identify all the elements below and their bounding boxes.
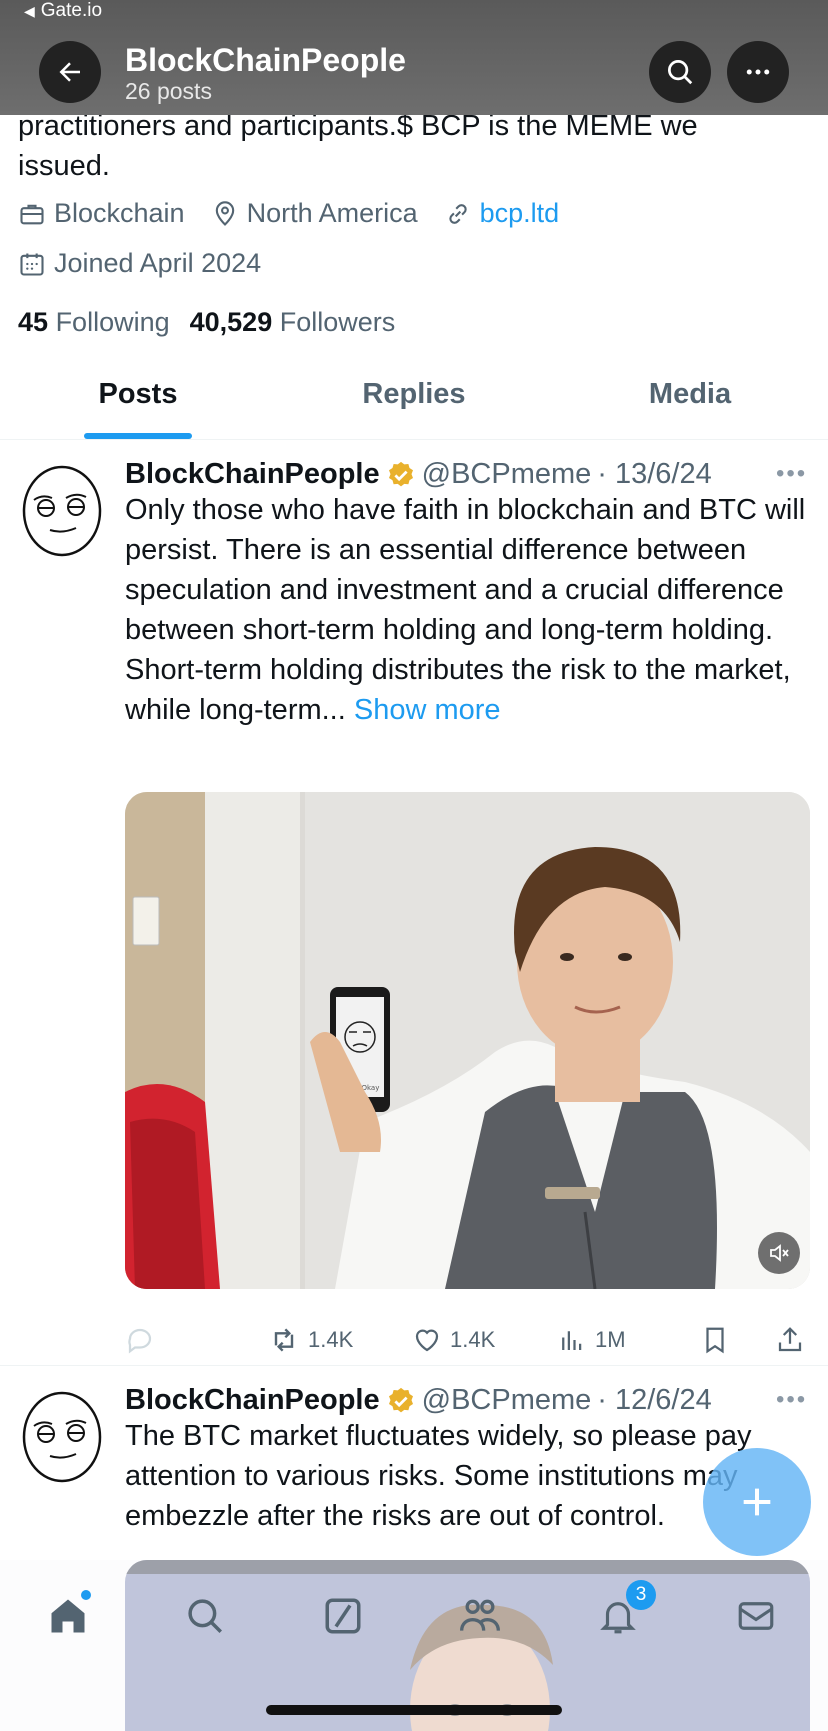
search-icon [188, 1599, 222, 1633]
link-icon [448, 203, 467, 224]
tab-posts-label: Posts [98, 378, 178, 410]
post-more-icon[interactable]: ••• [776, 460, 807, 488]
grok-slash-icon [325, 1598, 361, 1634]
profile-header: ◀ Gate.io BlockChainPeople 26 posts [0, 0, 828, 115]
compose-fab[interactable] [703, 1448, 811, 1556]
location-pin-icon [215, 200, 234, 226]
plus-icon [743, 1488, 771, 1516]
back-app-label: Gate.io [40, 0, 103, 21]
search-icon [668, 60, 693, 85]
post-more-icon[interactable]: ••• [776, 1386, 807, 1414]
envelope-icon [738, 1602, 774, 1630]
profile-meta: Blockchain North America bcp.ltd [18, 198, 585, 229]
reply-icon [128, 1328, 152, 1354]
speaker-muted-icon [770, 1244, 789, 1262]
post-date[interactable]: · 12/6/24 [597, 1384, 711, 1417]
heart-icon [415, 1329, 439, 1352]
avatar[interactable] [20, 1390, 104, 1484]
verified-badge-icon [388, 1387, 413, 1412]
joined-date: Joined April 2024 [18, 248, 261, 279]
post-body: The BTC market fluctuates widely, so ple… [125, 1420, 752, 1532]
share-button[interactable] [775, 1325, 805, 1355]
following-link[interactable]: 45 Following [18, 307, 170, 338]
back-button[interactable] [39, 41, 101, 103]
post-author-name[interactable]: BlockChainPeople [125, 458, 380, 491]
location-item: North America [211, 198, 418, 229]
joined-label: Joined April 2024 [54, 248, 262, 278]
tab-replies-label: Replies [362, 378, 466, 410]
post-author-handle[interactable]: @BCPmeme [422, 458, 592, 491]
category-item: Blockchain [18, 198, 185, 229]
nav-search[interactable] [177, 1588, 233, 1644]
bio-line-2: issued. [18, 150, 110, 182]
tab-media[interactable]: Media [552, 360, 828, 439]
more-options-button[interactable] [727, 41, 789, 103]
views-chart-icon [562, 1331, 582, 1350]
home-indicator [266, 1705, 562, 1715]
show-more-link[interactable]: Show more [354, 694, 501, 726]
reply-button[interactable] [125, 1325, 155, 1355]
post-author-handle[interactable]: @BCPmeme [422, 1384, 592, 1417]
like-count: 1.4K [450, 1327, 496, 1352]
arrow-left-icon [59, 62, 80, 82]
bookmark-button[interactable] [700, 1325, 730, 1355]
people-icon [460, 1599, 500, 1631]
verified-badge-icon [388, 461, 413, 486]
repost-count: 1.4K [308, 1327, 354, 1352]
post-video[interactable]: Not Okay [125, 792, 810, 1289]
website-item[interactable]: bcp.ltd [444, 198, 560, 229]
website-link[interactable]: bcp.ltd [480, 198, 560, 229]
followers-label: Followers [279, 307, 396, 337]
post-body: Only those who have faith in blockchain … [125, 494, 806, 726]
mute-button[interactable] [758, 1232, 800, 1274]
post-item[interactable]: BlockChainPeople @BCPmeme · 13/6/24 ••• … [0, 440, 828, 1365]
notifications-badge: 3 [626, 1580, 656, 1610]
following-count: 45 [18, 307, 49, 337]
back-triangle-icon: ◀ [24, 2, 35, 19]
calendar-icon [20, 253, 44, 276]
category-label: Blockchain [54, 198, 185, 228]
nav-communities[interactable] [452, 1588, 508, 1644]
repost-icon [274, 1328, 294, 1352]
following-label: Following [55, 307, 170, 337]
nav-grok[interactable] [315, 1588, 371, 1644]
tab-replies[interactable]: Replies [276, 360, 552, 439]
post-author-name[interactable]: BlockChainPeople [125, 1384, 380, 1417]
post-header: BlockChainPeople @BCPmeme · 12/6/24 [125, 1384, 712, 1417]
back-to-app[interactable]: ◀ Gate.io [24, 0, 102, 22]
location-label: North America [246, 198, 418, 228]
profile-bio: practitioners and participants.$ BCP is … [18, 106, 808, 186]
header-post-count: 26 posts [125, 78, 212, 104]
video-frame: Not Okay [125, 792, 810, 1289]
briefcase-icon [20, 204, 44, 224]
follow-stats: 45 Following 40,529 Followers [18, 307, 395, 338]
post-text: Only those who have faith in blockchain … [125, 490, 815, 730]
followers-link[interactable]: 40,529 Followers [190, 307, 396, 338]
home-unread-dot [81, 1590, 91, 1600]
views-button[interactable]: 1M [557, 1325, 626, 1355]
repost-button[interactable]: 1.4K [268, 1324, 353, 1356]
more-dots-icon [746, 69, 770, 75]
like-button[interactable]: 1.4K [412, 1325, 495, 1355]
post-actions: 1.4K 1.4K 1M [125, 1320, 815, 1360]
followers-count: 40,529 [189, 307, 273, 337]
tab-posts[interactable]: Posts [0, 360, 276, 439]
post-date[interactable]: · 13/6/24 [597, 458, 711, 491]
search-button[interactable] [649, 41, 711, 103]
share-icon [778, 1327, 802, 1352]
view-count: 1M [595, 1327, 626, 1352]
bookmark-icon [706, 1327, 724, 1354]
avatar[interactable] [20, 464, 104, 558]
profile-tabs: Posts Replies Media [0, 360, 828, 440]
post-header: BlockChainPeople @BCPmeme · 13/6/24 [125, 458, 712, 491]
header-title: BlockChainPeople [125, 42, 406, 78]
home-icon [51, 1599, 85, 1633]
nav-messages[interactable] [728, 1588, 784, 1644]
tab-media-label: Media [648, 378, 732, 410]
